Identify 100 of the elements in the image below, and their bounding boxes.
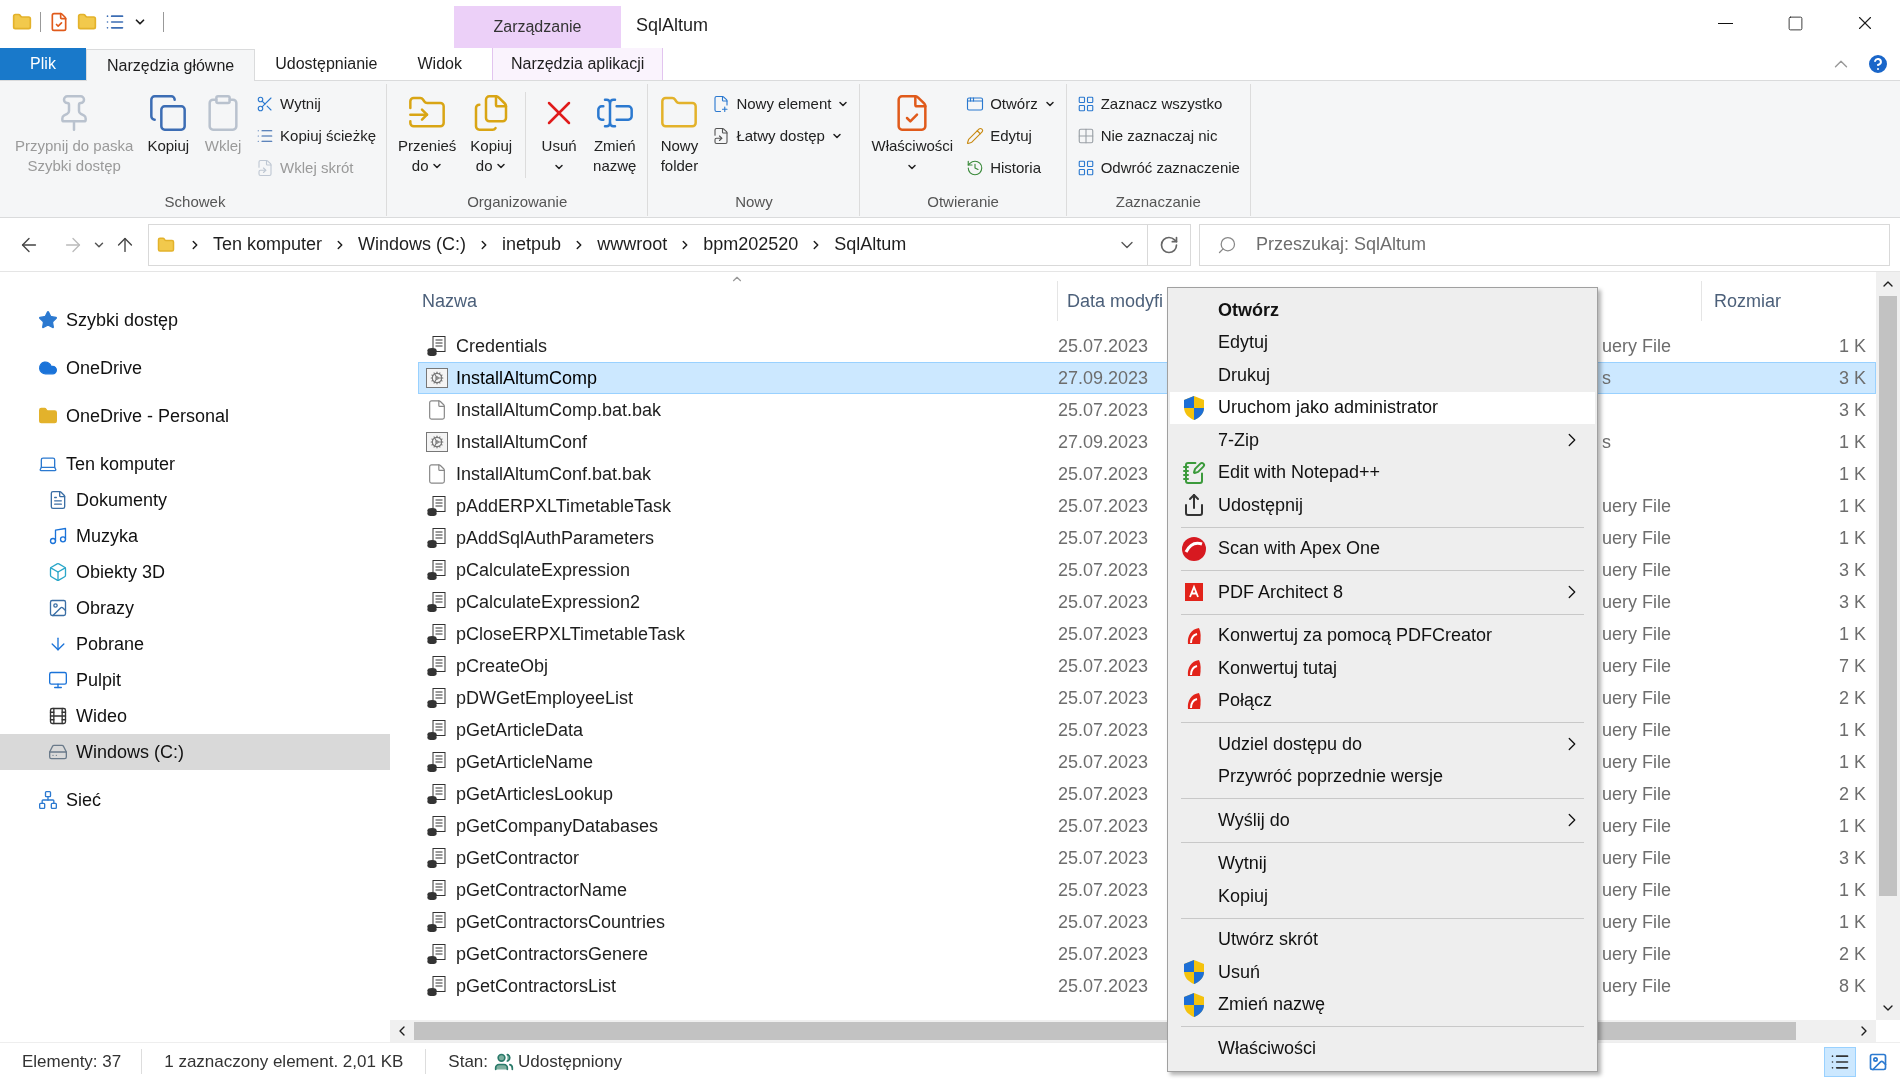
ribbon-button[interactable]: Kopiuj ścieżkę [252, 120, 380, 152]
ribbon-tab[interactable]: Plik [0, 48, 86, 80]
nav-item[interactable]: Pulpit [0, 662, 390, 698]
file-name[interactable]: pCreateObj [456, 655, 549, 676]
menu-item[interactable]: Konwertuj tutaj [1170, 652, 1595, 685]
file-name[interactable]: pGetArticleName [456, 751, 594, 772]
breadcrumb-item[interactable]: Ten komputer [209, 231, 327, 258]
contextual-tab-header: Zarządzanie [454, 6, 621, 48]
ribbon-button[interactable]: Edytuj [962, 120, 1060, 152]
file-name[interactable]: pGetContractorsGenere [456, 943, 649, 964]
file-name[interactable]: pGetContractor [456, 847, 580, 868]
search-field[interactable]: Przeszukaj: SqlAltum [1199, 223, 1890, 266]
file-name[interactable]: pCalculateExpression [456, 559, 631, 580]
pdf-creator-icon [1185, 625, 1203, 646]
menu-item[interactable]: Właściwości [1170, 1032, 1595, 1065]
ribbon-tab[interactable]: Widok [397, 48, 482, 80]
nav-item[interactable]: Sieć [0, 782, 390, 818]
nav-item[interactable]: Windows (C:) [0, 734, 390, 770]
file-name[interactable]: pGetArticlesLookup [456, 783, 614, 804]
ribbon-button[interactable]: Historia [962, 152, 1060, 184]
ribbon-tab[interactable]: Narzędzia główne [86, 49, 256, 81]
file-name[interactable]: InstallAltumComp [456, 367, 598, 388]
ribbon-button[interactable]: Zmień nazwę [588, 84, 642, 184]
invert-selection-icon [1076, 159, 1095, 177]
file-name[interactable]: pAddSqlAuthParameters [456, 527, 655, 548]
file-date: 25.07.2023 [1058, 494, 1150, 518]
menu-item[interactable]: Konwertuj za pomocą PDFCreator [1170, 619, 1595, 652]
nav-item[interactable]: Muzyka [0, 518, 390, 554]
menu-item[interactable]: Wyślij do [1170, 804, 1595, 837]
breadcrumb-item[interactable]: inetpub [498, 231, 566, 258]
file-name[interactable]: Credentials [456, 335, 548, 356]
scrollbar-thumb[interactable] [1879, 296, 1897, 896]
ribbon-button[interactable]: Nie zaznaczaj nic [1072, 120, 1244, 152]
menu-item[interactable]: Scan with Apex One [1170, 532, 1595, 565]
ribbon-button[interactable]: Zaznacz wszystko [1072, 88, 1244, 120]
file-name[interactable]: pCloseERPXLTimetableTask [456, 623, 686, 644]
menu-item[interactable]: Uruchom jako administrator [1170, 391, 1595, 424]
view-icon[interactable] [105, 12, 125, 32]
menu-item[interactable]: 7-Zip [1170, 424, 1595, 457]
file-name[interactable]: pGetContractorName [456, 879, 628, 900]
ribbon-tab[interactable]: Narzędzia aplikacji [491, 48, 664, 80]
nav-item[interactable]: Dokumenty [0, 482, 390, 518]
ribbon-button[interactable]: Kopiuj [142, 84, 195, 184]
ribbon-button[interactable]: Odwróć zaznaczenie [1072, 152, 1244, 184]
ribbon-tab[interactable]: Udostępnianie [255, 48, 398, 80]
breadcrumb-item[interactable]: Windows (C:) [354, 231, 471, 258]
menu-item[interactable]: PDF Architect 8 [1170, 576, 1595, 609]
breadcrumb-item[interactable]: SqlAltum [830, 231, 911, 258]
nav-item[interactable]: OneDrive - Personal [0, 398, 390, 434]
menu-item[interactable]: Połącz [1170, 684, 1595, 717]
nav-item[interactable]: Obiekty 3D [0, 554, 390, 590]
nav-item[interactable]: Szybki dostęp [0, 302, 390, 338]
menu-item[interactable]: Zmień nazwę [1170, 988, 1595, 1021]
ribbon-button[interactable]: Nowy element [708, 88, 854, 120]
menu-item[interactable]: Edit with Notepad++ [1170, 456, 1595, 489]
menu-item[interactable]: Otwórz [1170, 294, 1595, 327]
properties-icon[interactable] [49, 12, 69, 32]
ribbon-button[interactable]: Przenieś do [393, 84, 462, 184]
menu-item[interactable]: Drukuj [1170, 359, 1595, 392]
nav-item[interactable]: Wideo [0, 698, 390, 734]
file-name[interactable]: pGetCompanyDatabases [456, 815, 659, 836]
column-header[interactable]: Nazwa [390, 281, 1058, 321]
refresh-button[interactable] [1147, 223, 1191, 266]
breadcrumb-item[interactable]: wwwroot [593, 231, 672, 258]
ribbon-button[interactable]: Wytnij [252, 88, 380, 120]
file-name[interactable]: pGetContractorsList [456, 975, 617, 996]
file-name[interactable]: pDWGetEmployeeList [456, 687, 634, 708]
sql-file-icon [426, 879, 448, 901]
vertical-scrollbar[interactable] [1876, 272, 1900, 1020]
menu-item[interactable]: Usuń [1170, 956, 1595, 989]
ribbon-button[interactable]: Łatwy dostęp [708, 120, 854, 152]
address-bar[interactable]: Ten komputer Windows (C:) inetpub wwwroot bpm202520 SqlAltum [148, 223, 1148, 266]
nav-item[interactable]: Obrazy [0, 590, 390, 626]
ribbon-button[interactable]: Właściwości [866, 84, 959, 184]
file-name[interactable]: InstallAltumComp.bat.bak [456, 399, 662, 420]
ribbon-button[interactable]: Nowy folder [654, 84, 705, 184]
file-name[interactable]: InstallAltumConf [456, 431, 588, 452]
file-name[interactable]: pCalculateExpression2 [456, 591, 641, 612]
menu-item[interactable]: Wytnij [1170, 847, 1595, 880]
search-icon [1217, 234, 1237, 255]
menu-item[interactable]: Przywróć poprzednie wersje [1170, 760, 1595, 793]
nav-item[interactable]: OneDrive [0, 350, 390, 386]
menu-item[interactable]: Udziel dostępu do [1170, 728, 1595, 761]
menu-item[interactable]: Edytuj [1170, 326, 1595, 359]
ribbon-button[interactable]: Usuń [534, 84, 585, 184]
menu-item[interactable]: Kopiuj [1170, 880, 1595, 913]
nav-item[interactable]: Ten komputer [0, 446, 390, 482]
column-header[interactable]: Data modyfi [1058, 287, 1168, 315]
file-name[interactable]: InstallAltumConf.bat.bak [456, 463, 652, 484]
file-name[interactable]: pGetArticleData [456, 719, 584, 740]
details-view-button[interactable] [1824, 1046, 1856, 1077]
ribbon-button[interactable]: Kopiuj do [465, 84, 518, 184]
breadcrumb-item[interactable]: bpm202520 [699, 231, 803, 258]
ribbon-button[interactable]: Otwórz [962, 88, 1060, 120]
menu-item[interactable]: Utwórz skrót [1170, 923, 1595, 956]
file-name[interactable]: pGetContractorsCountries [456, 911, 666, 932]
file-name[interactable]: pAddERPXLTimetableTask [456, 495, 672, 516]
help-icon[interactable] [1866, 52, 1890, 76]
nav-item[interactable]: Pobrane [0, 626, 390, 662]
menu-item[interactable]: Udostępnij [1170, 489, 1595, 522]
